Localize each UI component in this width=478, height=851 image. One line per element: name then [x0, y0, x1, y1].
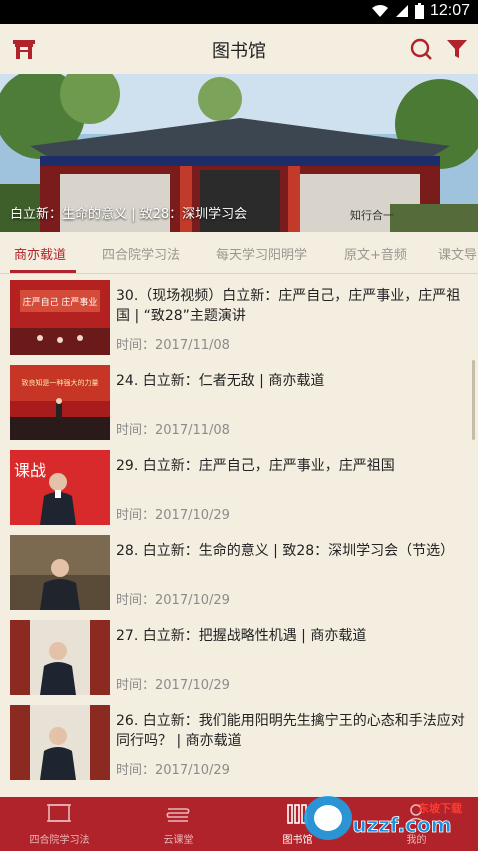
item-time: 时间：2017/11/08: [116, 338, 230, 353]
item-title: 29. 白立新：庄严自己，庄严事业，庄严祖国: [116, 458, 395, 474]
watermark-text: uzzf.com: [352, 813, 451, 837]
item-thumbnail: [10, 620, 110, 695]
item-title: 28. 白立新：生命的意义 | 致28：深圳学习会（节选）: [116, 543, 455, 559]
signal-icon: [395, 5, 408, 17]
status-bar: 12:07: [0, 0, 478, 24]
thumb-text: 致良知是一种强大的力量: [22, 378, 99, 387]
item-title: 24. 白立新：仁者无敌 | 商亦载道: [116, 373, 325, 389]
uzzf-watermark-logo: 东坡下载 uzzf.com: [304, 796, 462, 840]
banner-plaque-text: 知行合一: [350, 208, 394, 222]
page-title: 图书馆: [212, 41, 266, 62]
item-thumbnail: 庄严自己 庄严事业: [10, 280, 110, 355]
item-title: 26. 白立新：我们能用阳明先生擒宁王的心态和手法应对同行吗？ | 商亦载道: [116, 713, 465, 749]
cloud-class-icon: [166, 808, 190, 822]
item-thumbnail: [10, 535, 110, 610]
search-icon[interactable]: [410, 38, 432, 60]
item-time: 时间：2017/10/29: [116, 678, 230, 693]
item-title: 27. 白立新：把握战略性机遇 | 商亦载道: [116, 628, 367, 644]
battery-icon: [414, 3, 424, 19]
list-scrollbar[interactable]: [472, 360, 475, 440]
list-item[interactable]: 致良知是一种强大的力量 24. 白立新：仁者无敌 | 商亦载道 时间：2017/…: [0, 361, 478, 446]
active-tab-indicator: [10, 270, 76, 273]
nav-label: 云课堂: [163, 835, 194, 846]
banner-carousel[interactable]: 知行合一 白立新：生命的意义 | 致28：深圳学习会: [0, 74, 478, 232]
wifi-icon: [371, 5, 388, 17]
banner-caption: 白立新：生命的意义 | 致28：深圳学习会: [10, 207, 248, 222]
item-time: 时间：2017/11/08: [116, 423, 230, 438]
list-item[interactable]: 庄严自己 庄严事业 30.（现场视频）白立新：庄严自己，庄严事业，庄严祖国 | …: [0, 276, 478, 361]
tab-shang-yi-zai-dao[interactable]: 商亦载道: [14, 244, 66, 263]
list-item[interactable]: 26. 白立新：我们能用阳明先生擒宁王的心态和手法应对同行吗？ | 商亦载道 时…: [0, 701, 478, 786]
item-thumbnail: 致良知是一种强大的力量: [10, 365, 110, 440]
item-title: 30.（现场视频）白立新：庄严自己，庄严事业，庄严祖国 | “致28”主题演讲: [116, 288, 461, 324]
nav-courtyard-method[interactable]: 四合院学习法: [0, 797, 119, 851]
list-item[interactable]: 27. 白立新：把握战略性机遇 | 商亦载道 时间：2017/10/29: [0, 616, 478, 701]
item-time: 时间：2017/10/29: [116, 508, 230, 523]
list-item[interactable]: 28. 白立新：生命的意义 | 致28：深圳学习会（节选） 时间：2017/10…: [0, 531, 478, 616]
item-time: 时间：2017/10/29: [116, 593, 230, 608]
list-item[interactable]: 课战 29. 白立新：庄严自己，庄严事业，庄严祖国 时间：2017/10/29: [0, 446, 478, 531]
thumb-text: 课战: [14, 461, 46, 480]
app-bar: 图书馆: [0, 24, 478, 74]
item-time: 时间：2017/10/29: [116, 763, 230, 778]
tab-daily-yangming[interactable]: 每天学习阳明学: [216, 244, 307, 263]
tab-lesson-guide[interactable]: 课文导: [438, 244, 477, 263]
tab-original-audio[interactable]: 原文+音频: [344, 244, 407, 263]
nav-cloud-class[interactable]: 云课堂: [119, 797, 238, 851]
item-thumbnail: [10, 705, 110, 780]
status-time: 12:07: [429, 2, 470, 19]
thumb-text: 庄严自己 庄严事业: [23, 296, 98, 308]
nav-label: 四合院学习法: [29, 835, 90, 846]
filter-icon[interactable]: [446, 38, 468, 60]
category-tabs: 商亦载道 四合院学习法 每天学习阳明学 原文+音频 课文导: [0, 232, 478, 274]
tab-courtyard-method[interactable]: 四合院学习法: [102, 244, 180, 263]
courtyard-icon: [47, 804, 71, 822]
item-thumbnail: 课战: [10, 450, 110, 525]
